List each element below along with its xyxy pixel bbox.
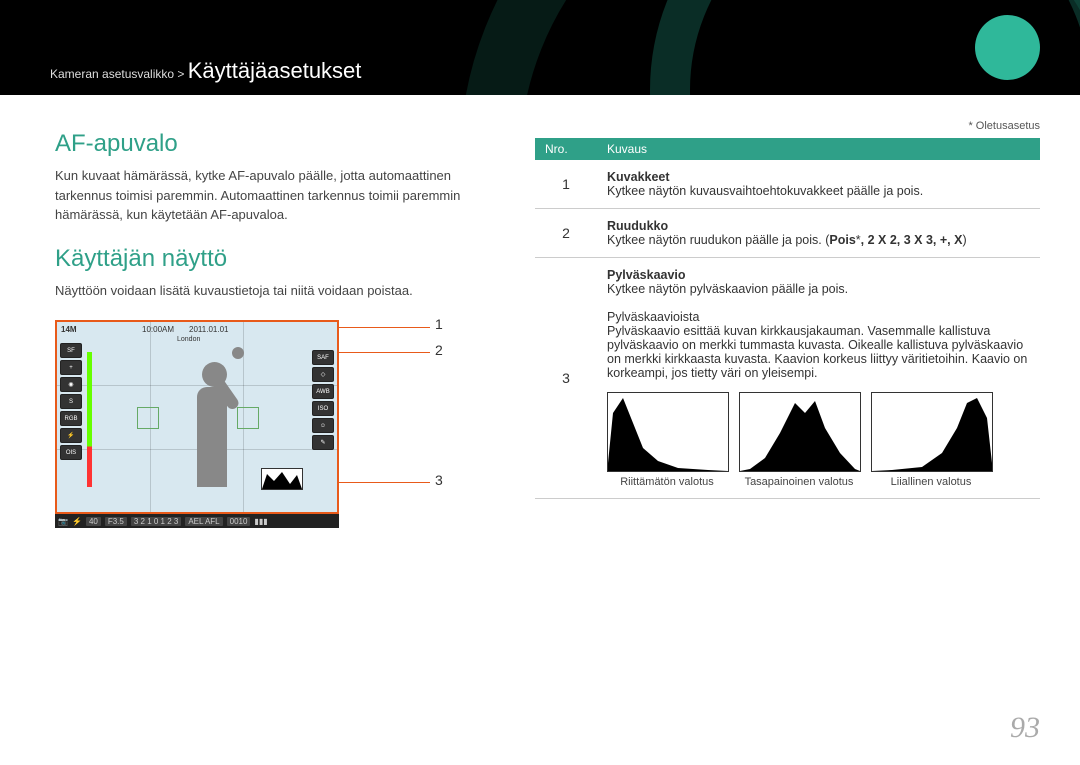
page-number: 93 — [1010, 711, 1040, 745]
row-desc: Ruudukko Kytkee näytön ruudukon päälle j… — [597, 209, 1040, 258]
breadcrumb-main: Käyttäjäasetukset — [188, 58, 362, 83]
decor-circle — [975, 15, 1040, 80]
iso-icon: ISO — [312, 401, 334, 416]
callout-1: 1 — [435, 316, 443, 332]
row-num: 2 — [535, 209, 597, 258]
right-icon-column: SAF ◇ AWB ISO ☺ ✎ — [312, 350, 334, 450]
drive-icon: S — [60, 394, 82, 409]
ael-afl: AEL AFL — [185, 517, 222, 526]
section-af-body: Kun kuvaat hämärässä, kytke AF-apuvalo p… — [55, 166, 495, 225]
metering-icon: ◉ — [60, 377, 82, 392]
focus-point-icon — [237, 407, 259, 429]
battery-icon: ▮▮▮ — [254, 517, 267, 526]
camera-illustration: 1 2 3 10:00AM 2011.01.01 — [55, 320, 495, 528]
face-icon: ☺ — [312, 418, 334, 433]
row-text-opts: , 2 X 2, 3 X 3, +, X — [861, 233, 963, 247]
ev-icon: + — [60, 360, 82, 375]
table-row: 2 Ruudukko Kytkee näytön ruudukon päälle… — [535, 209, 1040, 258]
description-table: Nro. Kuvaus 1 Kuvakkeet Kytkee näytön ku… — [535, 138, 1040, 499]
breadcrumb: Kameran asetusvalikko > Käyttäjäasetukse… — [50, 58, 361, 84]
row-subtitle: Pylväskaavioista — [607, 310, 699, 324]
breadcrumb-prefix: Kameran asetusvalikko > — [50, 67, 188, 81]
mini-histogram — [261, 468, 303, 490]
right-column: * Oletusasetus Nro. Kuvaus 1 Kuvakkeet K… — [535, 120, 1040, 528]
ev-scale: 3 2 1 0 1 2 3 — [131, 517, 181, 526]
camera-icon: 📷 — [58, 517, 68, 526]
flash-status-icon: ⚡ — [72, 517, 82, 526]
picwiz-icon: ✎ — [312, 435, 334, 450]
screen-city: London — [177, 336, 200, 343]
level-bar — [87, 352, 92, 487]
row-text: Kytkee näytön kuvausvaihtoehtokuvakkeet … — [607, 184, 923, 198]
unknown-icon: ◇ — [312, 367, 334, 382]
row-text2: Pylväskaavio esittää kuvan kirkkausjakau… — [607, 324, 1027, 380]
row-text-pre: Kytkee näytön ruudukon päälle ja pois. ( — [607, 233, 829, 247]
row-title: Ruudukko — [607, 219, 668, 233]
left-icon-column: SF + ◉ S RGB ⚡ OIS — [60, 325, 82, 460]
left-column: AF-apuvalo Kun kuvaat hämärässä, kytke A… — [55, 120, 495, 528]
row-desc: Pylväskaavio Kytkee näytön pylväskaavion… — [597, 258, 1040, 499]
color-icon: RGB — [60, 411, 82, 426]
histogram-row: Riittämätön valotus Tasapainoinen valotu… — [607, 392, 1030, 488]
histogram-under: Riittämätön valotus — [607, 392, 727, 488]
hist-label-over: Liiallinen valotus — [871, 476, 991, 488]
callout-3: 3 — [435, 472, 443, 488]
table-head-kuvaus: Kuvaus — [597, 138, 1040, 160]
ois-icon: OIS — [60, 445, 82, 460]
histogram-over: Liiallinen valotus — [871, 392, 991, 488]
screen-date: 2011.01.01 — [189, 325, 228, 334]
row-title: Kuvakkeet — [607, 170, 670, 184]
camera-status-bar: 📷 ⚡ 40 F3.5 3 2 1 0 1 2 3 AEL AFL 0010 ▮… — [55, 514, 339, 528]
shots-remaining: 0010 — [227, 517, 251, 526]
default-note: * Oletusasetus — [535, 120, 1040, 132]
row-num: 1 — [535, 160, 597, 209]
row-text1: Kytkee näytön pylväskaavion päälle ja po… — [607, 282, 848, 296]
section-af-title: AF-apuvalo — [55, 130, 495, 158]
shutter-speed: 40 — [86, 517, 101, 526]
callout-line-3 — [325, 482, 430, 483]
row-title: Pylväskaavio — [607, 268, 686, 282]
page-header: Kameran asetusvalikko > Käyttäjäasetukse… — [0, 0, 1080, 95]
flash-icon: ⚡ — [60, 428, 82, 443]
quality-icon: SF — [60, 343, 82, 358]
table-head-nro: Nro. — [535, 138, 597, 160]
histogram-balanced: Tasapainoinen valotus — [739, 392, 859, 488]
camera-screen: 10:00AM 2011.01.01 London 14M SF + ◉ S R… — [55, 320, 339, 514]
row-text-bold: Pois — [829, 233, 855, 247]
callout-2: 2 — [435, 342, 443, 358]
screen-top-info: 10:00AM 2011.01.01 — [142, 325, 228, 334]
table-row: 1 Kuvakkeet Kytkee näytön kuvausvaihtoeh… — [535, 160, 1040, 209]
screen-time: 10:00AM — [142, 325, 174, 334]
section-display-title: Käyttäjän näyttö — [55, 245, 495, 273]
focus-point-icon — [137, 407, 159, 429]
row-desc: Kuvakkeet Kytkee näytön kuvausvaihtoehto… — [597, 160, 1040, 209]
wb-icon: AWB — [312, 384, 334, 399]
hist-label-balanced: Tasapainoinen valotus — [739, 476, 859, 488]
aperture: F3.5 — [105, 517, 127, 526]
hist-label-under: Riittämätön valotus — [607, 476, 727, 488]
row-text-post: ) — [962, 233, 966, 247]
af-mode-icon: SAF — [312, 350, 334, 365]
section-display-body: Näyttöön voidaan lisätä kuvaustietoja ta… — [55, 281, 495, 301]
table-row: 3 Pylväskaavio Kytkee näytön pylväskaavi… — [535, 258, 1040, 499]
row-num: 3 — [535, 258, 597, 499]
